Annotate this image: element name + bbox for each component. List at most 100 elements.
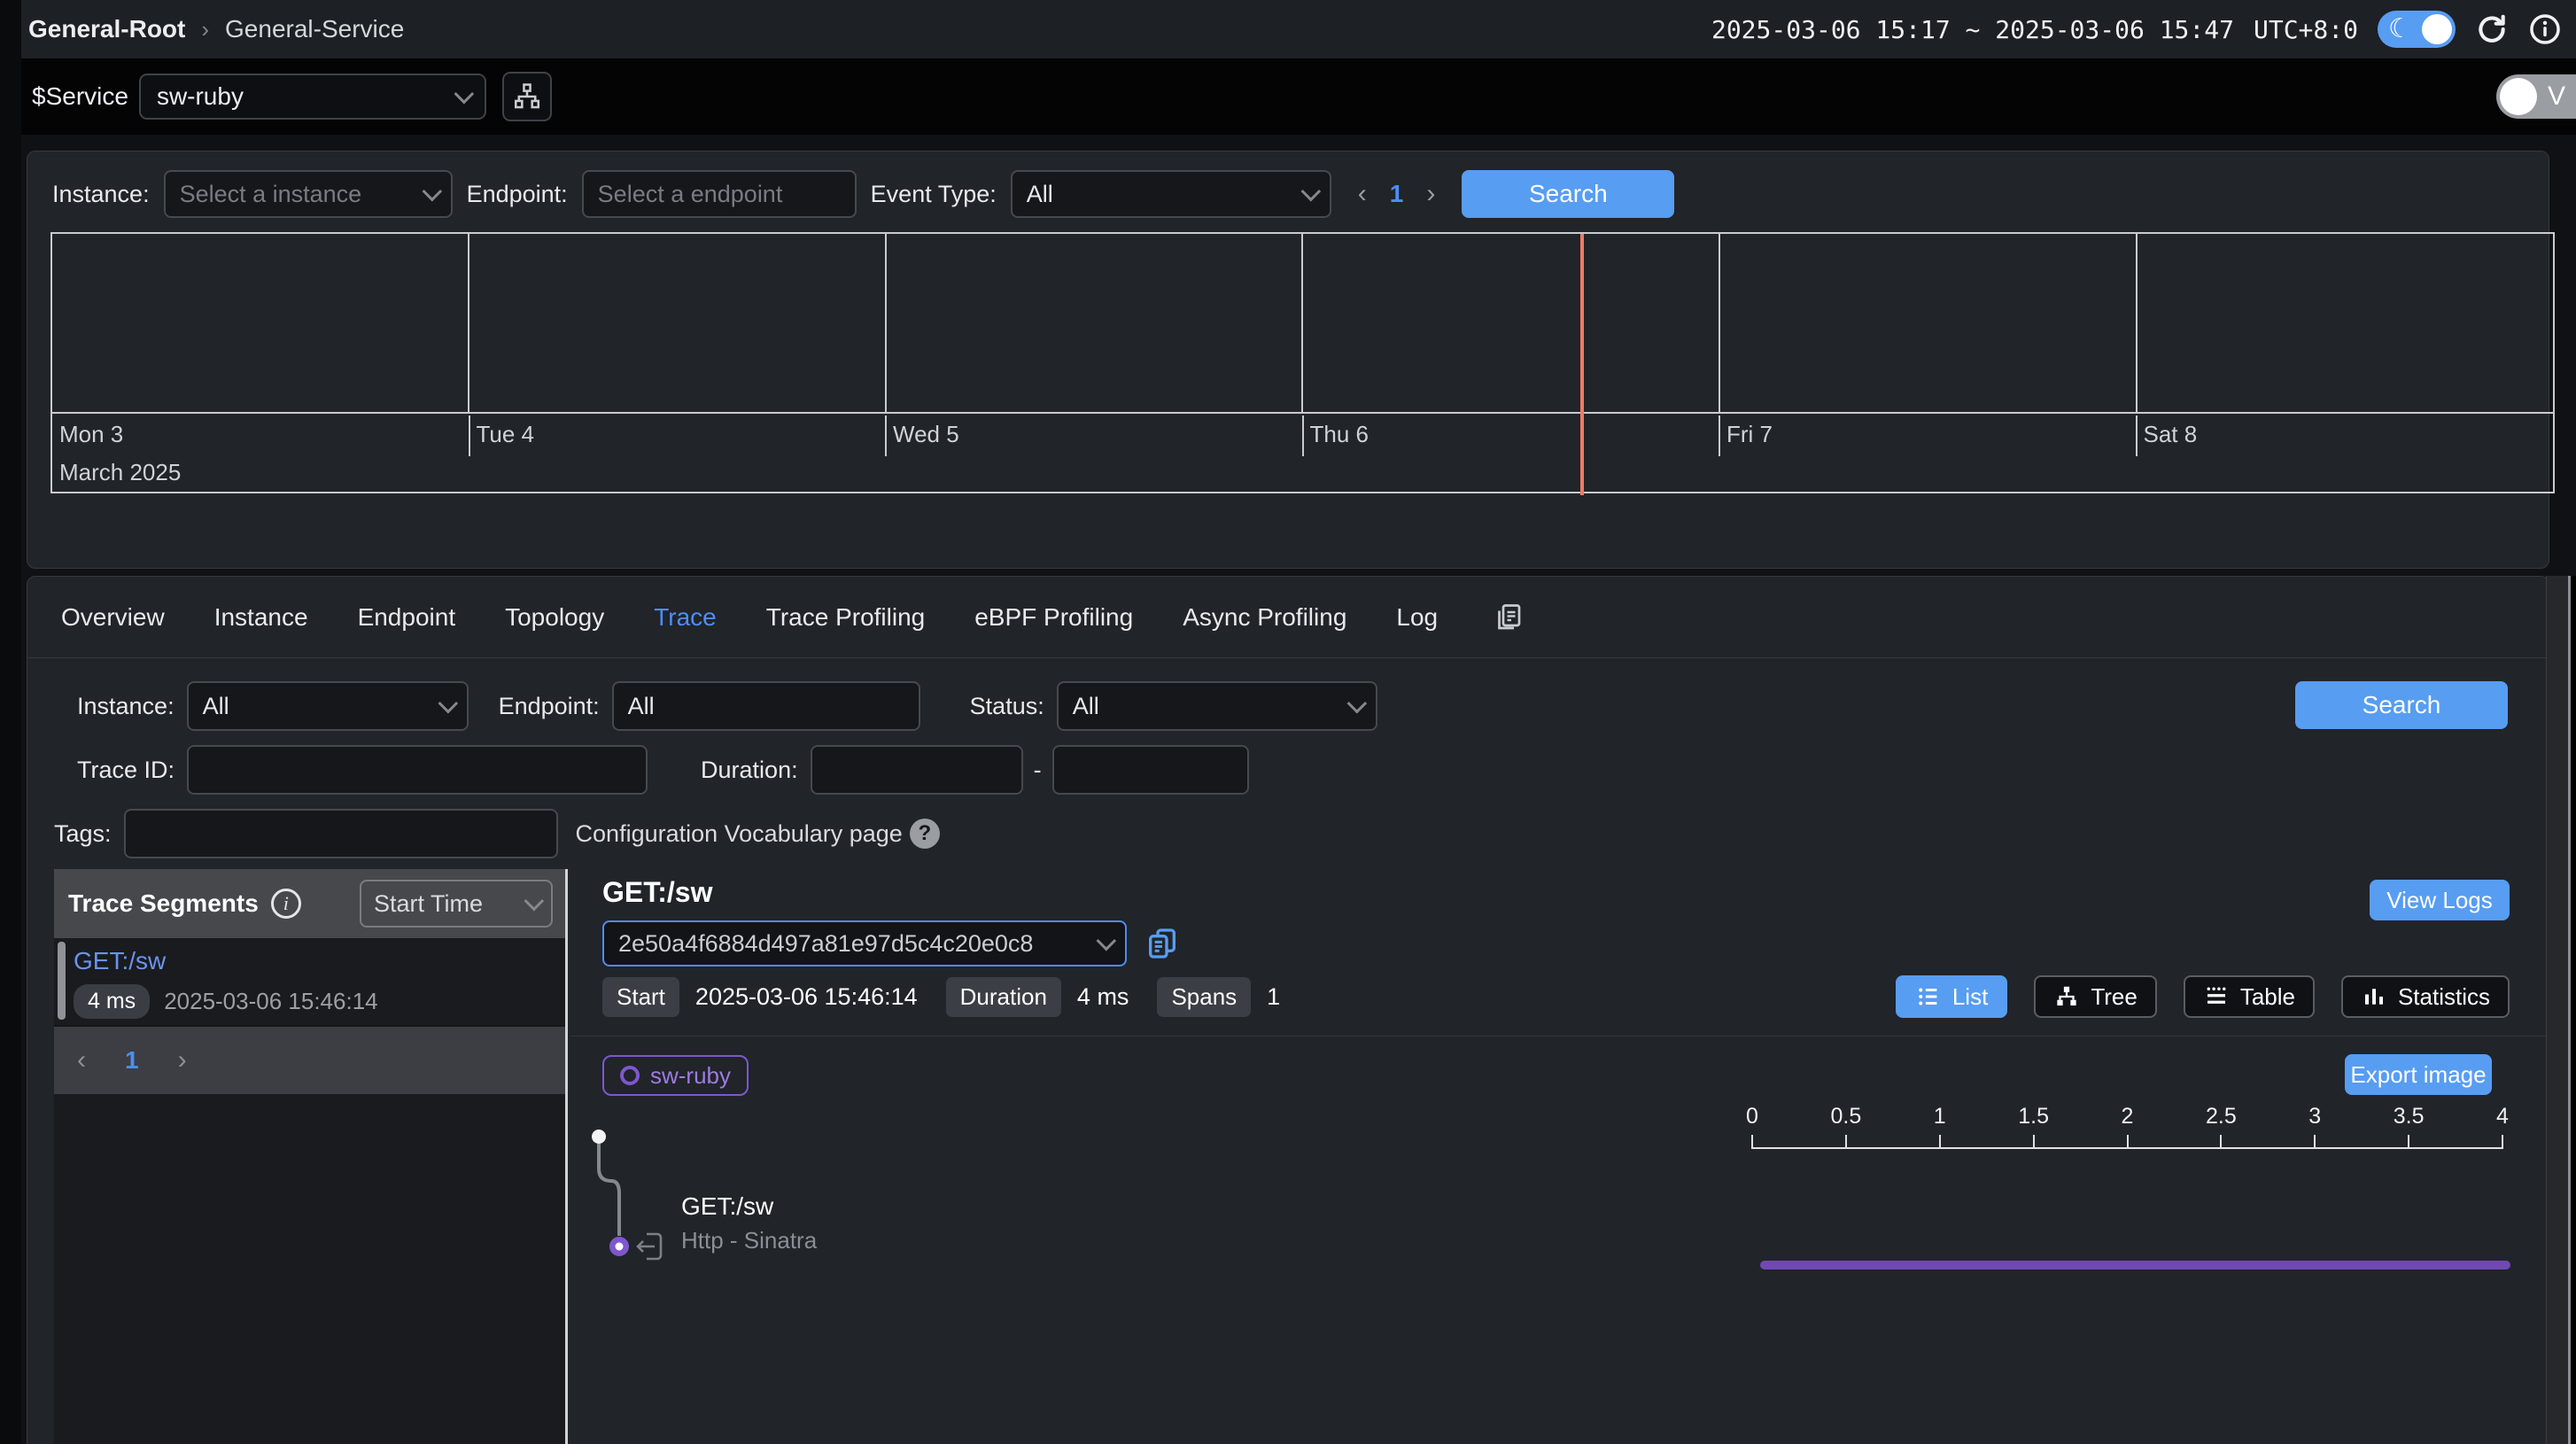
duration-max-input[interactable]	[1052, 745, 1249, 795]
tab-trace-profiling[interactable]: Trace Profiling	[766, 603, 925, 632]
event-instance-placeholder: Select a instance	[180, 181, 362, 208]
time-range-display[interactable]: 2025-03-06 15:17 ~ 2025-03-06 15:47	[1711, 15, 2234, 44]
timeline-day-label: Thu 6	[1303, 415, 1720, 493]
timeline-column	[52, 234, 468, 412]
event-type-value: All	[1027, 181, 1053, 208]
event-filter-row: Instance: Select a instance Endpoint: Se…	[27, 151, 2549, 219]
service-selector-bar: $Service sw-ruby V	[0, 58, 2576, 135]
event-endpoint-label: Endpoint:	[467, 181, 568, 208]
axis-tick-label: 0	[1746, 1104, 1758, 1130]
theme-toggle[interactable]: ☾	[2378, 11, 2456, 48]
timeline-axis-labels: Mon 3 Tue 4 Wed 5 Thu 6 Fri 7 Sat 8	[52, 415, 2553, 493]
tab-async-profiling[interactable]: Async Profiling	[1183, 603, 1346, 632]
tab-instance[interactable]: Instance	[214, 603, 308, 632]
span-duration-bar[interactable]	[1760, 1261, 2510, 1269]
trace-status-label: Status:	[970, 693, 1044, 720]
view-mode-tree-button[interactable]: Tree	[2034, 975, 2157, 1018]
event-search-button[interactable]: Search	[1462, 170, 1674, 218]
tab-log[interactable]: Log	[1396, 603, 1438, 632]
list-icon	[1915, 983, 1942, 1010]
top-header: General-Root › General-Service 2025-03-0…	[0, 0, 2576, 58]
chevron-down-icon	[438, 694, 458, 714]
event-pager-prev[interactable]: ‹	[1358, 179, 1367, 209]
trace-id-input[interactable]	[187, 745, 648, 795]
view-mode-list-button[interactable]: List	[1896, 975, 2007, 1018]
segments-pager-page[interactable]: 1	[125, 1046, 139, 1075]
events-timeline-chart[interactable]: Mon 3 Tue 4 Wed 5 Thu 6 Fri 7 Sat 8 Marc…	[50, 232, 2555, 493]
segments-sort-select[interactable]: Start Time	[360, 880, 553, 928]
segments-sort-value: Start Time	[374, 890, 483, 918]
segments-pager-next[interactable]: ›	[178, 1045, 187, 1075]
event-pager-page[interactable]: 1	[1390, 180, 1404, 208]
trace-endpoint-input[interactable]: All	[612, 681, 920, 731]
breadcrumb-root[interactable]: General-Root	[28, 15, 185, 43]
refresh-button[interactable]	[2475, 12, 2509, 46]
chevron-down-icon	[454, 84, 474, 105]
version-toggle-thumb	[2500, 78, 2537, 115]
service-detail-panel: Overview Instance Endpoint Topology Trac…	[27, 576, 2549, 1444]
event-instance-select[interactable]: Select a instance	[164, 170, 453, 218]
trace-meta-row: Start 2025-03-06 15:46:14 Duration 4 ms …	[602, 977, 1292, 1017]
tab-topology[interactable]: Topology	[505, 603, 604, 632]
span-component-label: Http - Sinatra	[681, 1227, 817, 1254]
export-image-button[interactable]: Export image	[2345, 1054, 2492, 1095]
vocabulary-link[interactable]: Configuration Vocabulary page	[576, 820, 903, 848]
event-pager: ‹ 1 ›	[1358, 179, 1436, 209]
axis-tick-label: 1.5	[2018, 1104, 2049, 1130]
table-icon	[2203, 983, 2230, 1010]
axis-tick-label: 2	[2122, 1104, 2134, 1130]
segments-pager-prev[interactable]: ‹	[77, 1045, 86, 1075]
event-pager-next[interactable]: ›	[1426, 179, 1435, 209]
trace-segment-item[interactable]: GET:/sw 4 ms 2025-03-06 15:46:14	[54, 938, 565, 1019]
spans-value: 1	[1267, 983, 1280, 1011]
info-button[interactable]	[2528, 12, 2562, 46]
chevron-down-icon	[524, 891, 545, 912]
segments-pager: ‹ 1 ›	[54, 1025, 565, 1094]
view-logs-button[interactable]: View Logs	[2370, 880, 2510, 920]
tab-endpoint[interactable]: Endpoint	[358, 603, 456, 632]
moon-icon: ☾	[2388, 16, 2412, 43]
segments-scrollbar[interactable]	[58, 942, 66, 1020]
segments-info-icon[interactable]: i	[271, 889, 301, 919]
segment-endpoint-link[interactable]: GET:/sw	[74, 947, 565, 975]
tab-ebpf-profiling[interactable]: eBPF Profiling	[974, 603, 1133, 632]
trace-status-select[interactable]: All	[1057, 681, 1377, 731]
copy-icon	[1144, 926, 1180, 961]
service-select[interactable]: sw-ruby	[139, 74, 486, 120]
axis-tick-label: 1	[1934, 1104, 1946, 1130]
duration-min-input[interactable]	[811, 745, 1023, 795]
trace-id-value: 2e50a4f6884d497a81e97d5c4c20e0c8	[618, 930, 1033, 958]
timeline-current-time-marker	[1580, 234, 1584, 495]
trace-duration-label: Duration:	[701, 757, 798, 784]
tab-overview[interactable]: Overview	[61, 603, 165, 632]
span-endpoint-name[interactable]: GET:/sw	[681, 1192, 773, 1221]
tags-input[interactable]	[124, 809, 558, 858]
trace-instance-select[interactable]: All	[187, 681, 469, 731]
service-topology-button[interactable]	[502, 72, 552, 121]
view-mode-statistics-button[interactable]: Statistics	[2341, 975, 2510, 1018]
timeline-column	[468, 234, 885, 412]
timeline-column	[2136, 234, 2553, 412]
trace-id-select[interactable]: 2e50a4f6884d497a81e97d5c4c20e0c8	[602, 920, 1127, 967]
copy-dashboard-button[interactable]	[1493, 602, 1525, 633]
event-type-select[interactable]: All	[1011, 170, 1331, 218]
view-mode-switcher: List Tree Table	[1896, 975, 2510, 1018]
span-tree-connector	[570, 869, 677, 1294]
view-mode-table-button[interactable]: Table	[2184, 975, 2315, 1018]
trace-search-button[interactable]: Search	[2295, 681, 2508, 729]
trace-segments-title: Trace Segments	[68, 889, 259, 918]
tab-trace[interactable]: Trace	[654, 603, 717, 632]
version-toggle[interactable]: V	[2496, 74, 2576, 119]
chevron-down-icon	[1346, 694, 1367, 714]
axis-tick-label: 2.5	[2206, 1104, 2237, 1130]
timezone-display[interactable]: UTC+8:0	[2254, 15, 2358, 44]
event-endpoint-input[interactable]: Select a endpoint	[582, 170, 857, 218]
theme-toggle-thumb	[2422, 14, 2452, 44]
copy-trace-id-button[interactable]	[1144, 926, 1180, 961]
axis-tick-label: 4	[2496, 1104, 2509, 1130]
breadcrumb-current[interactable]: General-Service	[225, 15, 404, 43]
help-icon[interactable]: ?	[910, 819, 940, 849]
chevron-down-icon	[1097, 931, 1117, 951]
trace-segments-panel: Trace Segments i Start Time GET:/sw 4 ms…	[54, 869, 568, 1444]
duration-separator: -	[1034, 757, 1042, 784]
